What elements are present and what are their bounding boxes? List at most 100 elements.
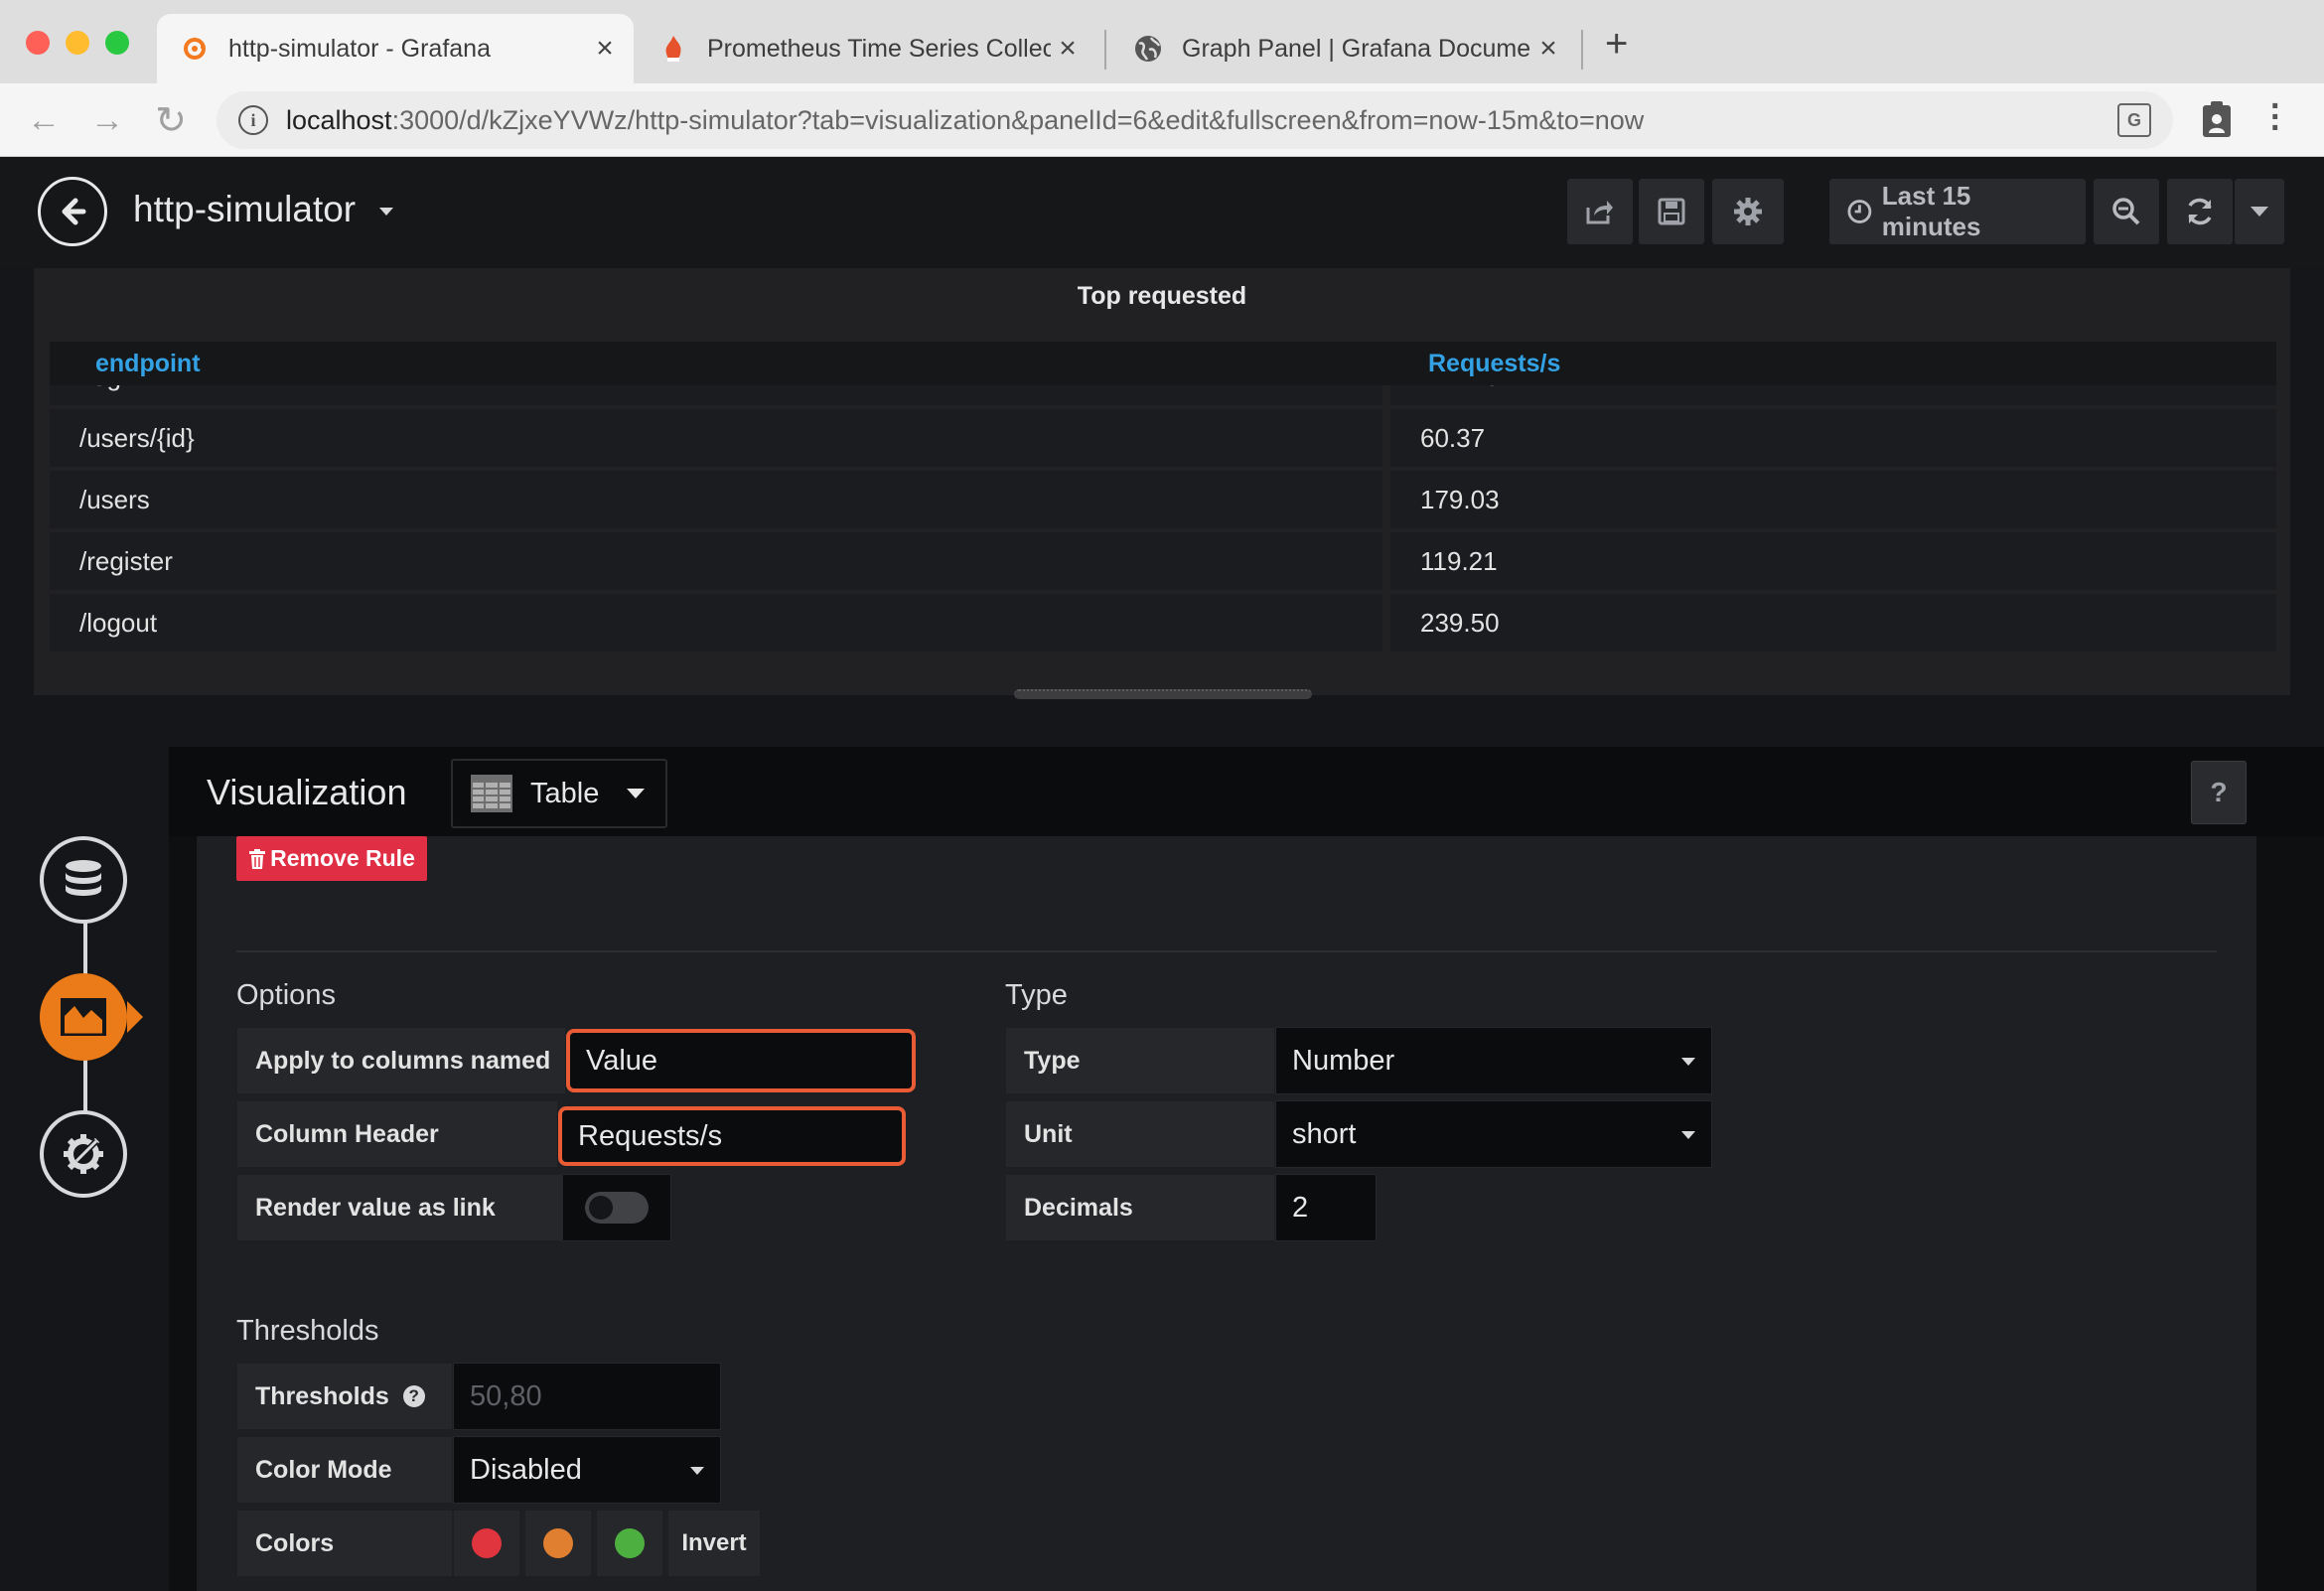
grafana-icon [179, 33, 211, 65]
decimals-input[interactable]: 2 [1275, 1174, 1377, 1241]
database-icon [66, 860, 101, 896]
type-select[interactable]: Number [1275, 1027, 1712, 1094]
chart-area-icon [61, 998, 106, 1036]
render-link-label: Render value as link [236, 1174, 564, 1241]
remove-rule-label: Remove Rule [270, 845, 415, 871]
close-tab-icon[interactable]: × [1531, 32, 1565, 66]
zoom-window-button[interactable] [105, 31, 129, 55]
panel-resize-handle[interactable] [1014, 689, 1312, 699]
column-header-input[interactable]: Requests/s [558, 1106, 906, 1166]
remove-rule-button[interactable]: Remove Rule [236, 836, 427, 881]
unit-select[interactable]: short [1275, 1100, 1712, 1168]
chevron-down-icon [1681, 1058, 1695, 1066]
share-button[interactable] [1567, 179, 1633, 244]
endpoint-cell: /register [50, 532, 1382, 590]
color-swatch-ok[interactable] [453, 1510, 520, 1577]
color-mode-select[interactable]: Disabled [453, 1436, 721, 1504]
back-arrow-icon[interactable]: ← [14, 83, 73, 157]
settings-button[interactable] [1712, 179, 1784, 244]
time-range-picker[interactable]: Last 15 minutes [1829, 179, 2086, 244]
invert-button[interactable]: Invert [667, 1510, 761, 1577]
visualization-type-label: Table [530, 777, 600, 809]
visualization-type-picker[interactable]: Table [451, 759, 667, 828]
value-cell: 417.20 [1390, 385, 2276, 405]
thresholds-input[interactable]: 50,80 [453, 1363, 721, 1430]
url-text: localhost:3000/d/kZjxeYVWz/http-simulato… [286, 105, 1644, 136]
back-to-dashboard-button[interactable] [38, 177, 107, 246]
value-cell: 239.50 [1390, 594, 2276, 651]
type-select-value: Number [1292, 1044, 1395, 1077]
tab-title: Graph Panel | Grafana Docume [1182, 34, 1531, 63]
red-swatch [472, 1528, 502, 1558]
save-dashboard-button[interactable] [1639, 179, 1704, 244]
table-body: /login 417.20 /users/{id} 60.37 /users 1… [34, 385, 2290, 683]
dashboard-title[interactable]: http-simulator [133, 189, 394, 230]
column-header-endpoint[interactable]: endpoint [95, 342, 201, 385]
zoom-out-button[interactable] [2094, 179, 2159, 244]
options-heading: Options [236, 979, 336, 1011]
question-circle-icon[interactable]: ? [402, 1385, 425, 1407]
help-button[interactable]: ? [2191, 761, 2247, 824]
general-tab-button[interactable] [40, 1110, 127, 1198]
zoom-out-icon [2112, 198, 2140, 225]
table-row: /users 179.03 [50, 471, 2276, 528]
browser-tab-docs[interactable]: Graph Panel | Grafana Docume × [1110, 14, 1577, 83]
browser-tab-grafana[interactable]: http-simulator - Grafana × [157, 14, 634, 83]
grafana-navbar: http-simulator Last 15 minutes [0, 157, 2324, 268]
browser-tab-prometheus[interactable]: Prometheus Time Series Collec × [636, 14, 1096, 83]
queries-tab-button[interactable] [40, 836, 127, 924]
chevron-down-icon [2251, 207, 2268, 217]
green-swatch [615, 1528, 645, 1558]
arrow-left-icon [62, 198, 86, 225]
reload-icon[interactable]: ↻ [141, 83, 201, 157]
prometheus-icon [657, 33, 689, 65]
render-link-toggle[interactable] [585, 1192, 649, 1224]
apply-columns-input[interactable]: Value [566, 1029, 916, 1092]
profile-icon[interactable] [2201, 99, 2233, 144]
thresholds-label: Thresholds ? [236, 1363, 453, 1430]
table-panel: Top requested endpoint Requests/s /login… [34, 268, 2290, 699]
new-tab-button[interactable]: + [1605, 22, 1628, 67]
table-row: /register 119.21 [50, 532, 2276, 590]
type-heading: Type [1005, 979, 1068, 1011]
browser-menu-icon[interactable]: · · · [2270, 89, 2281, 145]
close-window-button[interactable] [26, 31, 50, 55]
thresholds-heading: Thresholds [236, 1315, 379, 1347]
translate-icon[interactable]: G [2117, 103, 2151, 137]
color-mode-value: Disabled [470, 1453, 582, 1486]
minimize-window-button[interactable] [66, 31, 89, 55]
table-row: /logout 239.50 [50, 594, 2276, 651]
site-info-icon[interactable]: i [238, 105, 268, 135]
save-icon [1658, 198, 1685, 225]
chevron-down-icon [1681, 1131, 1695, 1139]
close-tab-icon[interactable]: × [588, 32, 622, 66]
visualization-tab-button[interactable] [40, 973, 127, 1061]
column-header-requests[interactable]: Requests/s [1428, 342, 1560, 385]
close-tab-icon[interactable]: × [1051, 32, 1085, 66]
unit-select-value: short [1292, 1117, 1357, 1150]
chevron-down-icon [627, 789, 646, 798]
refresh-interval-dropdown[interactable] [2235, 179, 2284, 244]
apply-columns-label: Apply to columns named [236, 1027, 566, 1094]
trash-icon [249, 848, 266, 869]
refresh-button[interactable] [2167, 179, 2233, 244]
endpoint-cell: /login [50, 385, 1382, 405]
color-swatch-warn[interactable] [524, 1510, 592, 1577]
forward-arrow-icon[interactable]: → [77, 83, 137, 157]
tab-title: http-simulator - Grafana [228, 34, 491, 63]
endpoint-cell: /logout [50, 594, 1382, 651]
tab-title: Prometheus Time Series Collec [707, 34, 1051, 63]
color-swatch-critical[interactable] [596, 1510, 663, 1577]
chevron-down-icon [690, 1467, 704, 1475]
visualization-title: Visualization [207, 772, 407, 812]
panel-title[interactable]: Top requested [34, 282, 2290, 311]
share-icon [1586, 201, 1613, 224]
value-cell: 179.03 [1390, 471, 2276, 528]
table-header: endpoint Requests/s [50, 342, 2276, 385]
time-range-label: Last 15 minutes [1881, 181, 1981, 241]
browser-tab-bar: http-simulator - Grafana × Prometheus Ti… [0, 0, 2324, 83]
address-bar[interactable]: i localhost:3000/d/kZjxeYVWz/http-simula… [217, 91, 2173, 149]
browser-toolbar: ← → ↻ i localhost:3000/d/kZjxeYVWz/http-… [0, 83, 2324, 157]
cog-wrench-icon [64, 1134, 103, 1174]
clock-icon [1847, 200, 1872, 223]
